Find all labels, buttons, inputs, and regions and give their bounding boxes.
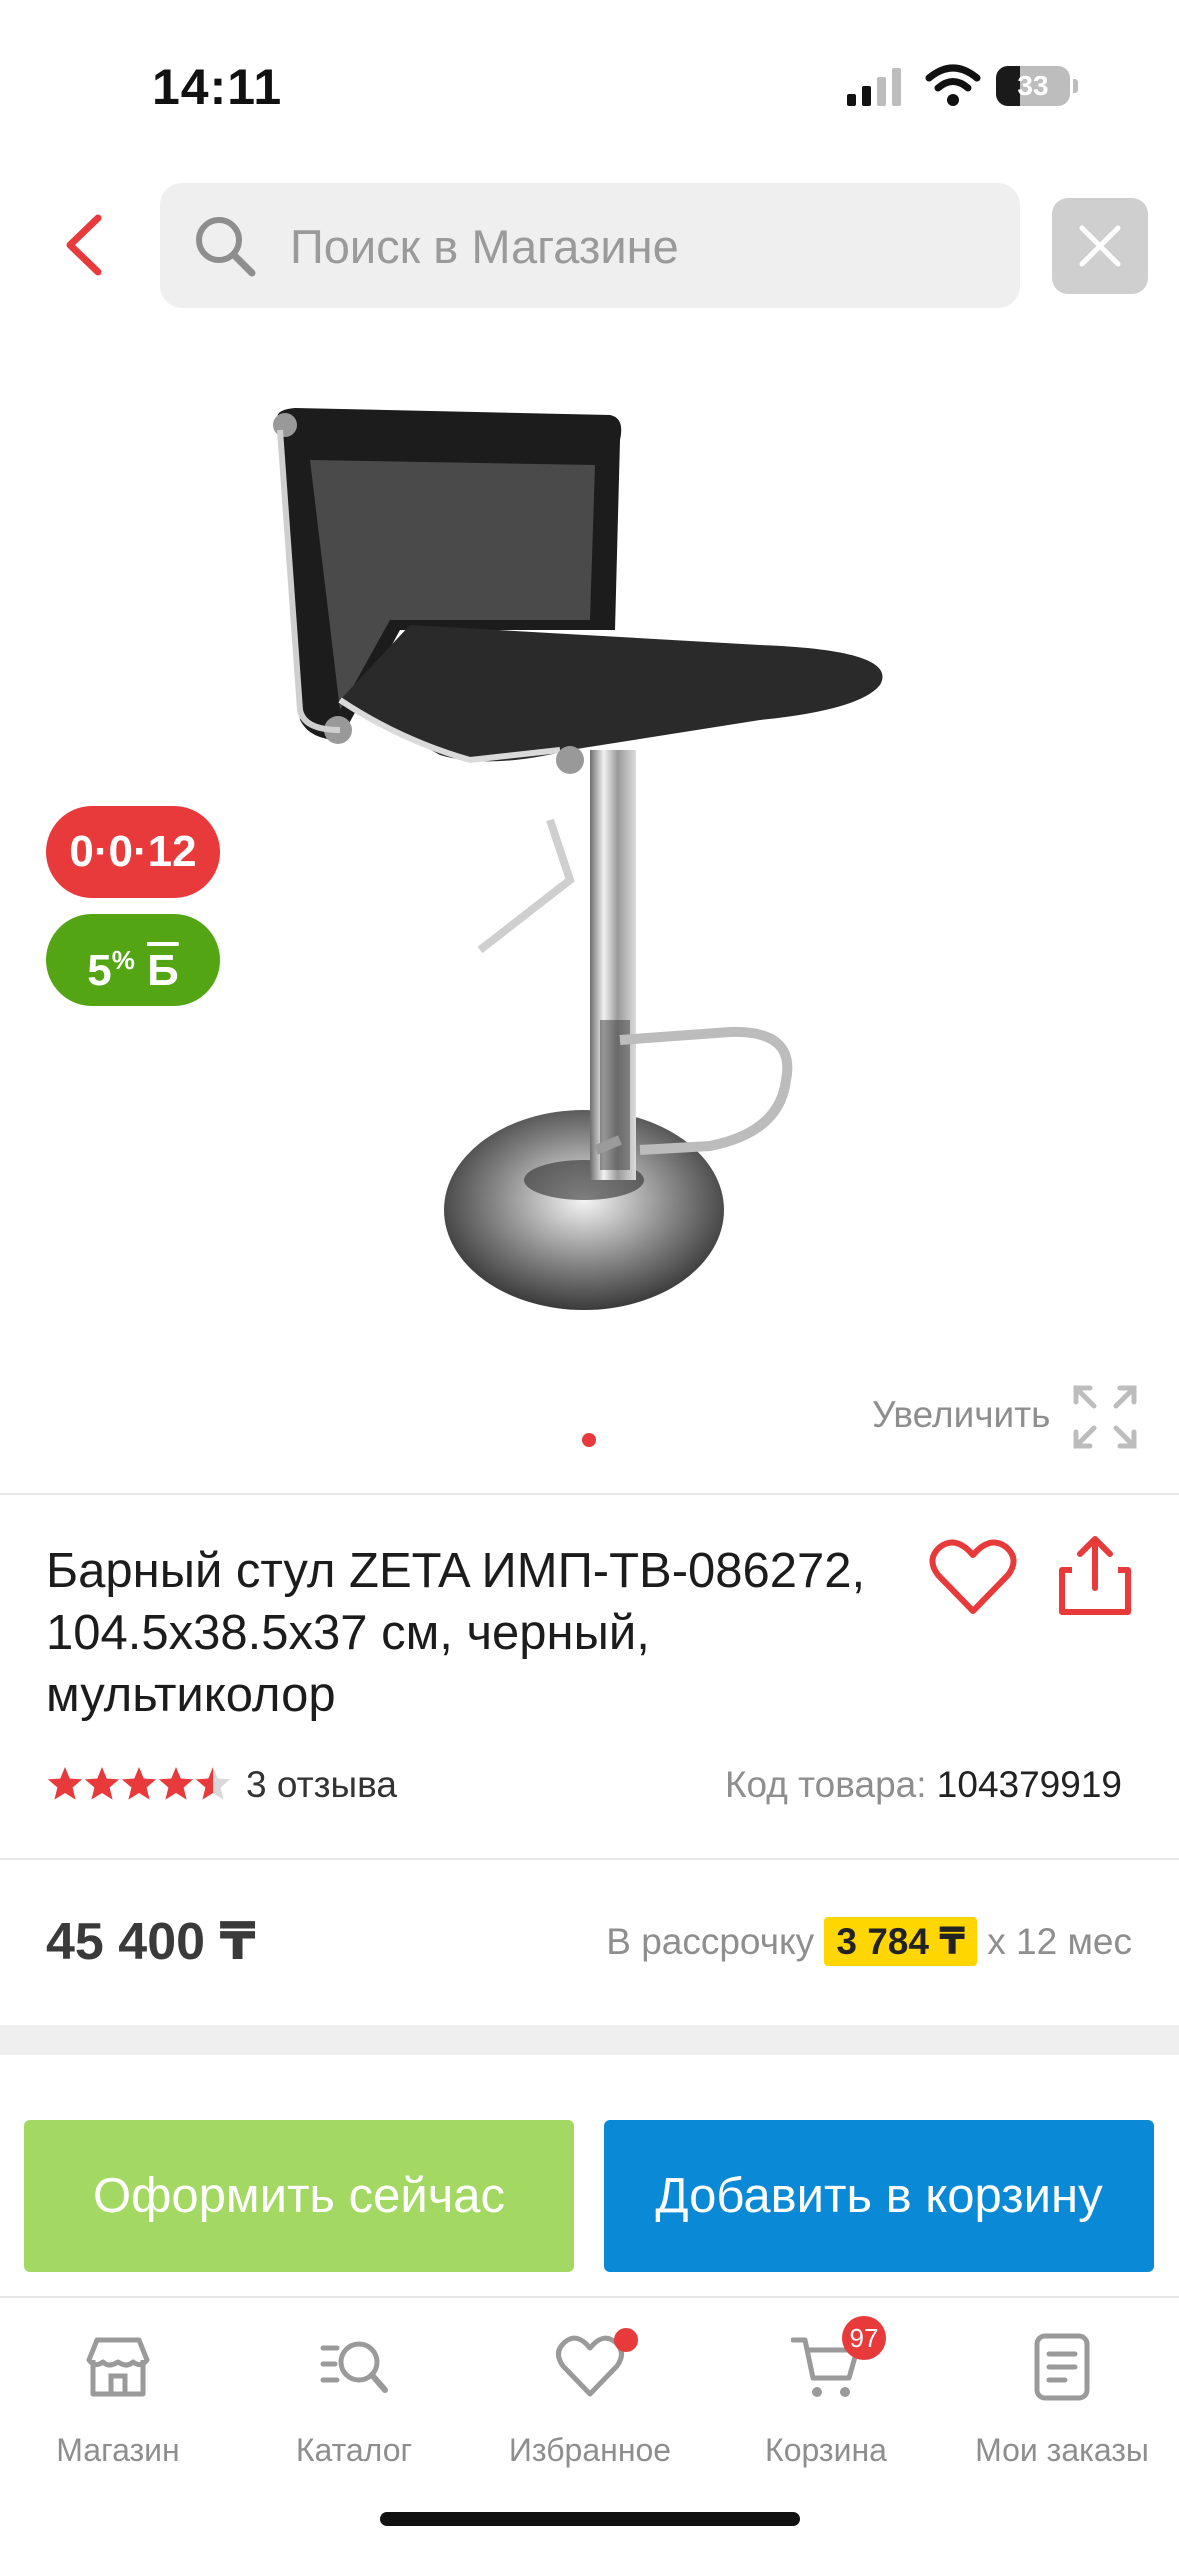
heart-icon <box>929 1539 1017 1614</box>
carousel-dot-active[interactable] <box>582 1433 596 1447</box>
section-separator <box>0 2025 1179 2055</box>
close-button[interactable] <box>1052 198 1148 294</box>
rating-star <box>47 1767 83 1800</box>
rating-stars <box>47 1767 231 1800</box>
installment-badge: 0·0·12 <box>46 806 220 898</box>
back-button[interactable] <box>50 200 120 290</box>
installment-amount: 3 784 ₸ <box>824 1917 977 1966</box>
expand-icon <box>1073 1385 1137 1449</box>
search-input[interactable]: Поиск в Магазине <box>160 183 1020 308</box>
product-image[interactable] <box>240 380 920 1330</box>
divider <box>0 1858 1179 1860</box>
catalog-search-icon <box>320 2341 388 2393</box>
home-indicator <box>380 2512 800 2526</box>
favorites-dot <box>614 2328 638 2352</box>
rating-star <box>158 1767 194 1800</box>
nav-label-store: Магазин <box>56 2432 180 2468</box>
zoom-label: Увеличить <box>872 1394 1051 1435</box>
installment-info[interactable]: В рассрочку 3 784 ₸ х 12 мес <box>606 1917 1132 1966</box>
sku-value: 104379919 <box>936 1764 1122 1805</box>
search-placeholder: Поиск в Магазине <box>290 220 679 273</box>
price: 45 400 ₸ <box>46 1913 256 1971</box>
divider <box>0 1493 1179 1495</box>
wifi-icon <box>925 64 981 106</box>
rating-star <box>84 1767 120 1800</box>
close-icon <box>1079 225 1121 267</box>
status-bar: 14:11 33 <box>0 0 1179 150</box>
nav-item-store[interactable]: Магазин <box>0 2332 236 2482</box>
share-button[interactable] <box>1050 1530 1140 1620</box>
nav-label-catalog: Каталог <box>295 2432 413 2468</box>
favorite-button[interactable] <box>928 1535 1018 1619</box>
cellular-signal-icon <box>847 68 901 106</box>
search-icon <box>196 217 256 277</box>
store-icon <box>86 2337 150 2397</box>
add-to-cart-button[interactable]: Добавить в корзину <box>604 2120 1154 2272</box>
product-title: Барный стул ZETA ИМП-ТВ-086272, 104.5x38… <box>46 1544 866 1722</box>
cart-count-badge: 97 <box>842 2316 886 2360</box>
battery-level: 33 <box>1017 70 1049 101</box>
rating-star <box>195 1767 231 1800</box>
installment-label: В рассрочку <box>606 1921 815 1962</box>
battery-icon: 33 <box>996 66 1078 106</box>
bonus-value: 5 <box>87 946 112 995</box>
nav-item-favorites[interactable]: Избранное <box>472 2328 708 2482</box>
sku: Код товара: 104379919 <box>725 1764 1122 1806</box>
nav-label-cart: Корзина <box>765 2432 887 2468</box>
reviews-count[interactable]: 3 отзыва <box>246 1764 397 1806</box>
nav-item-cart[interactable]: 97 Корзина <box>708 2316 944 2482</box>
nav-label-orders: Мои заказы <box>975 2432 1149 2468</box>
status-time: 14:11 <box>152 59 283 115</box>
bonus-currency: Б <box>147 946 179 995</box>
bonus-badge: 5% Б <box>46 914 220 1006</box>
bonus-percent: % <box>111 945 135 975</box>
chevron-left-icon <box>66 214 102 276</box>
sku-label: Код товара: <box>724 1764 927 1805</box>
rating-star <box>121 1767 157 1800</box>
checkout-now-button[interactable]: Оформить сейчас <box>24 2120 574 2272</box>
installment-term: х 12 мес <box>987 1921 1132 1962</box>
nav-item-catalog[interactable]: Каталог <box>236 2332 472 2482</box>
orders-icon <box>1034 2333 1090 2401</box>
nav-item-orders[interactable]: Мои заказы <box>944 2332 1179 2482</box>
share-icon <box>1059 1536 1131 1615</box>
nav-label-favorites: Избранное <box>508 2432 672 2468</box>
